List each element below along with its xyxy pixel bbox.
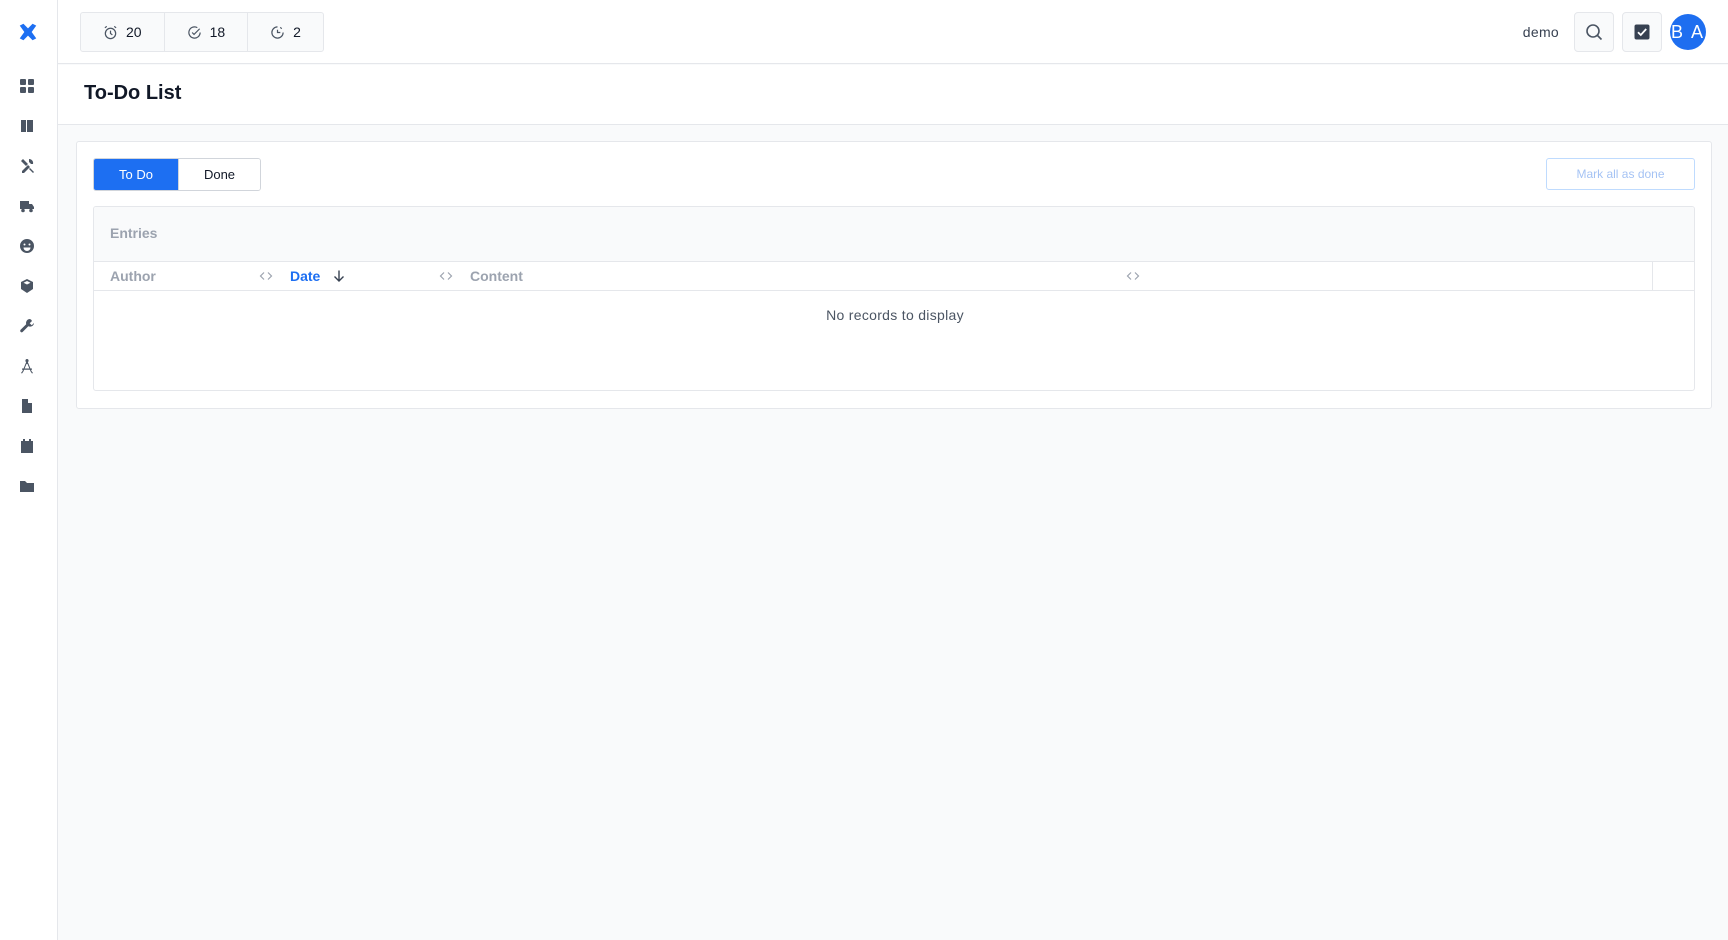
sidebar-item-products[interactable] — [17, 276, 37, 296]
sidebar-item-catalog[interactable] — [17, 116, 37, 136]
tab-done[interactable]: Done — [178, 159, 260, 190]
sidebar-item-design[interactable] — [17, 356, 37, 376]
alarm-clock-icon — [104, 25, 117, 39]
check-circle-icon — [187, 25, 201, 39]
avatar[interactable]: B A — [1670, 14, 1706, 50]
column-resize-handle-content[interactable] — [1126, 269, 1140, 283]
stat-pending[interactable]: 2 — [247, 13, 323, 51]
book-icon — [21, 120, 33, 132]
task-stats: 20 18 2 — [80, 12, 324, 52]
resize-arrows-icon — [259, 272, 273, 280]
app-logo-icon[interactable] — [17, 21, 39, 43]
table-header-row: Author Date Content — [94, 262, 1694, 291]
column-resize-handle-date[interactable] — [439, 269, 453, 283]
tab-todo[interactable]: To Do — [94, 159, 178, 190]
mark-all-done-button[interactable]: Mark all as done — [1546, 158, 1695, 190]
checkbox-icon — [1634, 24, 1650, 40]
truck-icon — [20, 201, 34, 213]
tools-icon — [21, 158, 34, 173]
file-icon — [22, 399, 32, 413]
entries-table: Entries Author Date Content No records t… — [93, 206, 1695, 391]
todo-card: To Do Done Mark all as done Entries Auth… — [76, 141, 1712, 409]
resize-arrows-icon — [439, 272, 453, 280]
tasks-button[interactable] — [1622, 12, 1662, 52]
column-header-author-label: Author — [110, 268, 156, 284]
sidebar-item-customers[interactable] — [17, 236, 37, 256]
username: demo — [1522, 24, 1559, 40]
sidebar-item-dashboard[interactable] — [17, 76, 37, 96]
sidebar — [0, 0, 58, 940]
todo-filter-tabs: To Do Done — [93, 158, 261, 191]
entries-header: Entries — [94, 207, 1694, 262]
column-header-date[interactable]: Date — [290, 262, 346, 290]
empty-state-message: No records to display — [826, 307, 964, 323]
stat-alarm[interactable]: 20 — [81, 13, 164, 51]
stat-completed-value: 18 — [209, 24, 226, 40]
page-header: To-Do List — [58, 65, 1728, 125]
column-divider — [1652, 262, 1653, 290]
sidebar-item-shipping[interactable] — [17, 196, 37, 216]
compass-icon — [21, 358, 33, 374]
grid-icon — [20, 79, 34, 93]
header-right: demo B A — [1523, 12, 1706, 52]
sidebar-item-documents[interactable] — [17, 396, 37, 416]
clock-icon — [271, 25, 284, 39]
entries-title: Entries — [110, 225, 158, 241]
column-header-content-label: Content — [470, 268, 523, 284]
folder-icon — [20, 481, 34, 492]
sidebar-item-tools[interactable] — [17, 156, 37, 176]
smiley-icon — [20, 239, 34, 253]
column-resize-handle-author[interactable] — [259, 269, 273, 283]
search-icon — [1586, 24, 1603, 41]
sidebar-item-files[interactable] — [17, 476, 37, 496]
column-header-content[interactable]: Content — [470, 262, 523, 290]
arrow-down-icon — [334, 270, 345, 282]
top-bar: 20 18 2 demo B A — [58, 0, 1728, 64]
column-header-date-label: Date — [290, 268, 321, 284]
column-header-author[interactable]: Author — [110, 262, 156, 290]
resize-arrows-icon — [1126, 272, 1140, 280]
stat-completed[interactable]: 18 — [163, 13, 248, 51]
wrench-icon — [20, 319, 34, 333]
sidebar-item-calendar[interactable] — [17, 436, 37, 456]
cubes-icon — [21, 279, 33, 293]
search-button[interactable] — [1574, 12, 1614, 52]
sidebar-item-settings[interactable] — [17, 316, 37, 336]
stat-pending-value: 2 — [293, 24, 301, 40]
calendar-icon — [21, 439, 33, 453]
page-title: To-Do List — [84, 82, 182, 104]
stat-alarm-value: 20 — [126, 24, 142, 40]
